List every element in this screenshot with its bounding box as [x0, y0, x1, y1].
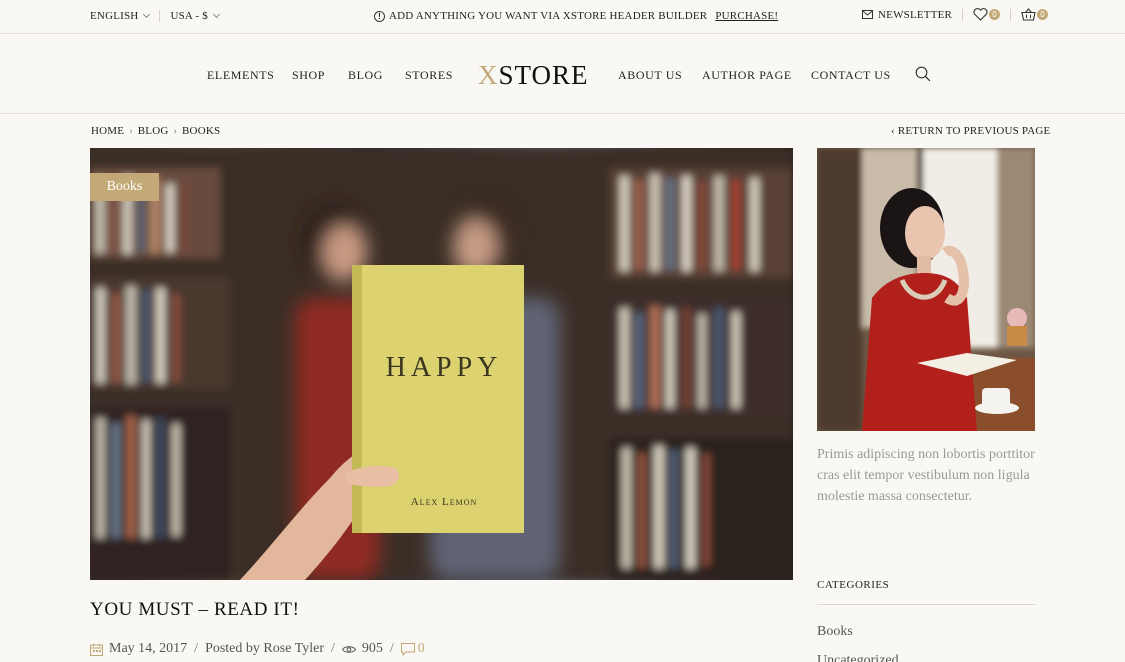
divider — [1010, 8, 1012, 21]
sidebar-about-image — [817, 148, 1035, 431]
post-comments-count: 0 — [417, 641, 425, 656]
meta-separator: / — [194, 641, 199, 656]
nav-item-contact-us[interactable]: CONTACT US — [811, 68, 891, 83]
nav-item-author-page[interactable]: AUTHOR PAGE — [702, 68, 792, 83]
logo-x: X — [478, 60, 499, 90]
search-icon — [915, 66, 931, 82]
newsletter-link[interactable]: NEWSLETTER — [862, 9, 952, 21]
currency-label: USA - $ — [170, 10, 208, 22]
post-comments-link[interactable]: 0 — [400, 641, 425, 657]
wishlist-count-badge: 0 — [989, 9, 1001, 20]
post-featured-image[interactable]: HAPPY Alex Lemon Books — [90, 148, 793, 580]
posted-by-label: Posted by — [205, 641, 260, 656]
search-button[interactable] — [915, 66, 931, 87]
envelope-icon — [862, 10, 873, 19]
eye-icon — [341, 645, 356, 654]
purchase-link[interactable]: PURCHASE! — [715, 10, 778, 22]
post-title: YOU MUST – READ IT! — [90, 599, 300, 620]
post-meta: May 14, 2017 / Posted by Rose Tyler / 90… — [90, 641, 425, 657]
breadcrumb-blog[interactable]: BLOG — [138, 125, 169, 137]
top-bar-announcement: ! ADD ANYTHING YOU WANT VIA XSTORE HEADE… — [374, 10, 778, 22]
chevron-down-icon — [143, 10, 151, 19]
wishlist-button[interactable]: 0 — [973, 8, 1001, 21]
bookshelf-scene-image: HAPPY Alex Lemon — [90, 148, 793, 580]
sidebar-about-text: Primis adipiscing non lobortis porttitor… — [817, 447, 1035, 504]
main-header: ELEMENTS SHOP BLOG STORES XSTORE ABOUT U… — [0, 34, 1125, 114]
divider — [962, 8, 964, 21]
category-tag-button[interactable]: Books — [90, 173, 159, 201]
book-title: HAPPY — [386, 352, 503, 383]
nav-item-elements[interactable]: ELEMENTS — [207, 68, 274, 83]
comment-icon — [400, 642, 415, 656]
calendar-icon — [90, 643, 103, 656]
post-author-link[interactable]: Rose Tyler — [263, 641, 324, 657]
breadcrumb-separator: › — [173, 125, 178, 137]
language-selector[interactable]: ENGLISH — [90, 10, 151, 22]
language-label: ENGLISH — [90, 10, 139, 22]
heart-icon — [973, 8, 988, 21]
breadcrumb-separator: › — [129, 125, 133, 137]
post-views: 905 — [361, 641, 383, 656]
category-item-books[interactable]: Books — [817, 624, 853, 640]
meta-separator: / — [331, 641, 335, 656]
info-circle-icon: ! — [374, 10, 385, 22]
top-bar: ENGLISH USA - $ ! ADD ANYTHING YOU WANT … — [0, 0, 1125, 34]
categories-divider — [817, 604, 1035, 605]
breadcrumb: HOME › BLOG › BOOKS — [91, 125, 220, 137]
category-item-uncategorized[interactable]: Uncategorized — [817, 653, 899, 662]
cart-count-badge: 0 — [1037, 9, 1049, 20]
breadcrumb-home[interactable]: HOME — [91, 125, 124, 137]
return-to-previous-page-link[interactable]: ‹ RETURN TO PREVIOUS PAGE — [891, 125, 1050, 137]
nav-item-blog[interactable]: BLOG — [348, 68, 383, 83]
post-date: May 14, 2017 — [109, 641, 188, 656]
breadcrumb-current: BOOKS — [182, 125, 221, 137]
announcement-text: ADD ANYTHING YOU WANT VIA XSTORE HEADER … — [389, 10, 708, 22]
nav-item-stores[interactable]: STORES — [405, 68, 453, 83]
site-logo[interactable]: XSTORE — [478, 60, 589, 91]
book-author: Alex Lemon — [411, 496, 478, 508]
categories-heading: CATEGORIES — [817, 579, 890, 591]
nav-item-about-us[interactable]: ABOUT US — [618, 68, 682, 83]
cart-button[interactable]: 0 — [1021, 8, 1049, 21]
top-bar-right: NEWSLETTER 0 0 — [862, 8, 1049, 21]
chevron-down-icon — [212, 10, 220, 19]
meta-separator: / — [389, 641, 394, 656]
basket-icon — [1021, 8, 1036, 21]
currency-selector[interactable]: USA - $ — [170, 10, 220, 22]
woman-reading-photo — [817, 148, 1035, 431]
divider — [159, 10, 161, 22]
top-bar-left: ENGLISH USA - $ — [90, 10, 220, 22]
nav-item-shop[interactable]: SHOP — [292, 68, 325, 83]
logo-text: STORE — [498, 60, 589, 90]
newsletter-label: NEWSLETTER — [878, 8, 953, 21]
